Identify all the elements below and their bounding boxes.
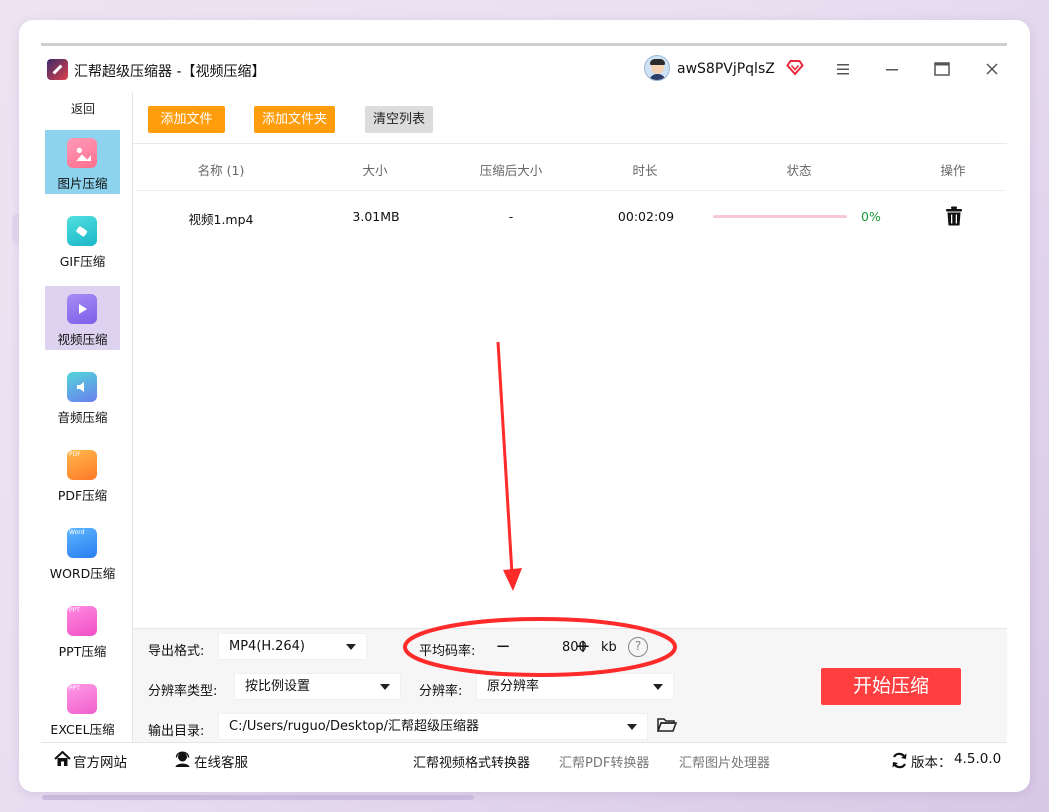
- menu-icon[interactable]: [831, 57, 855, 81]
- folder-open-icon[interactable]: [657, 717, 677, 733]
- version-label: 版本：: [911, 755, 952, 771]
- clear-list-button[interactable]: 清空列表: [365, 106, 433, 133]
- sidebar-item-label: PPT压缩: [58, 644, 107, 659]
- avatar-hair: [650, 59, 665, 65]
- pdf-icon: PDF: [67, 450, 97, 480]
- column-header-duration: 时长: [632, 163, 658, 178]
- annotation-arrow-line: [496, 341, 514, 575]
- back-link[interactable]: 返回: [41, 100, 125, 117]
- file-name: 视频1.mp4: [188, 212, 254, 227]
- username[interactable]: awS8PVjPqlsZ: [677, 61, 775, 77]
- audio-icon: [67, 372, 97, 402]
- toolbar-divider: [133, 143, 1007, 144]
- help-icon[interactable]: ?: [628, 637, 648, 657]
- sidebar-item-label: 视频压缩: [57, 332, 108, 347]
- word-icon-tag: Word: [69, 529, 85, 536]
- video-icon: [67, 294, 97, 324]
- maximize-icon[interactable]: [930, 57, 954, 81]
- add-file-button[interactable]: 添加文件: [148, 106, 225, 133]
- sidebar-item-pdf-compress[interactable]: PDF PDF压缩: [45, 442, 120, 506]
- export-format-select[interactable]: MP4(H.264): [218, 633, 367, 660]
- resolution-type-select[interactable]: 按比例设置: [234, 673, 401, 700]
- bitrate-decrement-button[interactable]: −: [494, 638, 512, 658]
- gif-icon: [67, 216, 97, 246]
- progress-bar: [713, 215, 847, 218]
- sidebar-item-image-compress[interactable]: 图片压缩: [45, 130, 120, 194]
- app-window: 汇帮超级压缩器 -【视频压缩】 awS8PVjPqlsZ 返回 图片压缩 GIF…: [41, 43, 1007, 773]
- output-dir-select[interactable]: C:/Users/ruguo/Desktop/汇帮超级压缩器: [218, 713, 648, 740]
- add-folder-button[interactable]: 添加文件夹: [254, 106, 335, 133]
- sidebar-item-excel-compress[interactable]: PPT EXCEL压缩: [45, 676, 120, 740]
- app-logo-icon: [47, 59, 68, 80]
- avatar-body: [649, 74, 666, 80]
- word-icon: Word: [67, 528, 97, 558]
- progress-percent: 0%: [861, 209, 881, 224]
- image-processor-link[interactable]: 汇帮图片处理器: [679, 752, 770, 771]
- output-dir-value: C:/Users/ruguo/Desktop/汇帮超级压缩器: [229, 719, 480, 734]
- resolution-type-label: 分辨率类型:: [148, 684, 218, 699]
- resolution-value: 原分辨率: [487, 679, 540, 694]
- close-icon[interactable]: [980, 57, 1004, 81]
- user-avatar[interactable]: [644, 55, 670, 81]
- sidebar-item-label: PDF压缩: [57, 488, 108, 503]
- bitrate-increment-button[interactable]: +: [574, 638, 592, 658]
- chevron-down-icon: [627, 724, 637, 730]
- version-value: 4.5.0.0: [954, 751, 1002, 767]
- refresh-icon[interactable]: [891, 752, 908, 769]
- sidebar-item-word-compress[interactable]: Word WORD压缩: [45, 520, 120, 584]
- ppt-icon: PPT: [67, 606, 97, 636]
- trash-icon[interactable]: [945, 206, 963, 226]
- sidebar-item-label: 图片压缩: [57, 176, 108, 191]
- online-support-link[interactable]: 在线客服: [194, 751, 248, 771]
- sidebar-item-label: GIF压缩: [59, 254, 106, 269]
- chevron-down-icon: [346, 644, 356, 650]
- sidebar-item-label: WORD压缩: [49, 566, 116, 581]
- file-size: 3.01MB: [352, 209, 400, 224]
- background-decoration-bar: [42, 795, 474, 800]
- sidebar-item-label: EXCEL压缩: [50, 722, 115, 737]
- column-header-name[interactable]: 名称 (1): [189, 160, 253, 179]
- chevron-down-icon: [653, 684, 663, 690]
- resolution-select[interactable]: 原分辨率: [476, 673, 674, 700]
- sidebar-item-label: 音频压缩: [57, 410, 108, 425]
- output-dir-label: 输出目录:: [148, 724, 205, 739]
- chevron-down-icon: [380, 684, 390, 690]
- column-header-compressed-size: 压缩后大小: [479, 163, 543, 178]
- column-header-status: 状态: [786, 163, 812, 178]
- start-compress-button[interactable]: 开始压缩: [821, 668, 961, 705]
- excel-icon-tag: PPT: [69, 685, 80, 692]
- title-bar: 汇帮超级压缩器 -【视频压缩】 awS8PVjPqlsZ: [41, 46, 1007, 92]
- pdf-icon-tag: PDF: [69, 451, 81, 458]
- column-header-action: 操作: [940, 163, 966, 178]
- bitrate-unit: kb: [601, 640, 617, 655]
- sidebar-item-ppt-compress[interactable]: PPT PPT压缩: [45, 598, 120, 662]
- file-compressed-size: -: [508, 209, 514, 224]
- video-converter-link[interactable]: 汇帮视频格式转换器: [413, 752, 530, 771]
- image-icon: [67, 138, 97, 168]
- bitrate-label: 平均码率:: [419, 644, 476, 659]
- file-duration: 00:02:09: [617, 209, 675, 224]
- vip-diamond-icon[interactable]: [786, 59, 804, 76]
- resolution-type-value: 按比例设置: [245, 679, 311, 694]
- sidebar: 返回 图片压缩 GIF压缩 视频压缩 音频压缩 PDF PDF压缩 Word W…: [41, 92, 133, 742]
- export-format-label: 导出格式:: [148, 644, 205, 659]
- annotation-arrow-head: [503, 568, 522, 591]
- sidebar-item-gif-compress[interactable]: GIF压缩: [45, 208, 120, 272]
- home-icon[interactable]: [54, 751, 71, 767]
- pdf-converter-link[interactable]: 汇帮PDF转换器: [559, 752, 649, 771]
- minimize-icon[interactable]: [880, 57, 904, 81]
- resolution-label: 分辨率:: [419, 684, 463, 699]
- app-title: 汇帮超级压缩器 -【视频压缩】: [74, 64, 266, 80]
- footer: 官方网站 在线客服 汇帮视频格式转换器 汇帮PDF转换器 汇帮图片处理器 版本：…: [41, 742, 1007, 773]
- ppt-icon-tag: PPT: [69, 607, 80, 614]
- export-format-value: MP4(H.264): [229, 639, 305, 654]
- table-header-divider: [137, 190, 1005, 191]
- sidebar-item-video-compress[interactable]: 视频压缩: [45, 286, 120, 350]
- sidebar-item-audio-compress[interactable]: 音频压缩: [45, 364, 120, 428]
- official-website-link[interactable]: 官方网站: [73, 751, 127, 771]
- column-header-size: 大小: [362, 163, 388, 178]
- customer-service-icon[interactable]: [174, 751, 191, 768]
- excel-icon: PPT: [67, 684, 97, 714]
